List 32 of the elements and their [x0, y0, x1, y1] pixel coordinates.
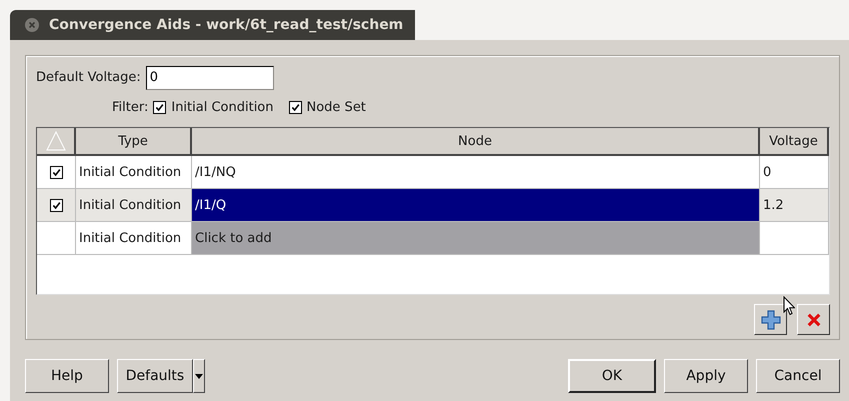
dialog-button[interactable]: Cancel — [756, 359, 840, 393]
table-cell: 1.2 — [760, 189, 829, 222]
checkbox[interactable] — [288, 100, 302, 114]
column-header[interactable]: Node — [192, 128, 760, 156]
input-field[interactable]: 0 — [146, 66, 274, 90]
column-header[interactable]: Type — [76, 128, 192, 156]
help-button[interactable]: Help — [25, 359, 109, 393]
close-icon — [806, 312, 820, 326]
delete-button[interactable] — [797, 304, 830, 335]
close-icon[interactable] — [25, 18, 39, 32]
checkbox[interactable] — [50, 198, 62, 212]
checkbox[interactable] — [153, 100, 166, 114]
checkbox-label: Initial Condition — [171, 100, 274, 114]
column-header[interactable]: Voltage — [760, 128, 829, 156]
defaults-button[interactable]: Defaults — [117, 359, 193, 393]
add-button[interactable] — [754, 304, 787, 335]
checkbox[interactable] — [50, 166, 62, 178]
table-cell[interactable]: /I1/Q — [192, 189, 760, 222]
checkbox-label: Node Set — [306, 100, 366, 114]
caret-icon — [195, 374, 203, 378]
dialog-button[interactable]: OK — [568, 359, 656, 393]
window-title: Convergence Aids - work/6t_read_test/schem — [49, 17, 404, 33]
plus-icon — [760, 310, 780, 330]
table-cell — [760, 222, 829, 255]
column-header[interactable] — [37, 128, 76, 156]
table-cell: Initial Condition — [76, 189, 192, 222]
filter-label: Filter: — [112, 100, 148, 114]
sort-icon — [46, 130, 66, 152]
dropdown-button[interactable] — [193, 359, 205, 393]
add-row-cell[interactable]: Click to add — [192, 222, 760, 255]
field-label: Default Voltage: — [36, 70, 141, 85]
dialog-button[interactable]: Apply — [664, 359, 748, 393]
